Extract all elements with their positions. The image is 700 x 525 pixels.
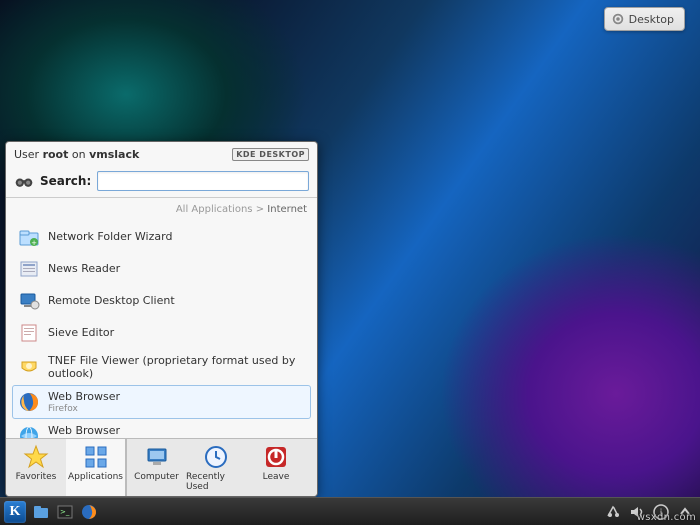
app-item-news-reader[interactable]: News Reader — [12, 253, 311, 285]
clock-icon — [203, 444, 229, 470]
tnef-icon — [18, 356, 40, 378]
breadcrumb-current: Internet — [267, 204, 307, 215]
remote-desktop-icon — [18, 290, 40, 312]
user-host-label: User root on vmslack — [14, 148, 139, 161]
computer-icon — [144, 444, 170, 470]
news-icon — [18, 258, 40, 280]
sieve-icon — [18, 322, 40, 344]
tab-computer[interactable]: Computer — [126, 439, 186, 496]
kickoff-launcher-button[interactable]: K — [4, 501, 26, 523]
kickoff-menu: User root on vmslack KDE DESKTOP Search:… — [5, 141, 318, 497]
shutdown-icon — [263, 444, 289, 470]
search-input[interactable] — [97, 171, 309, 191]
search-label: Search: — [40, 174, 91, 188]
breadcrumb: All Applications > Internet — [6, 198, 317, 221]
tab-favorites[interactable]: Favorites — [6, 439, 66, 496]
applications-icon — [83, 444, 109, 470]
watermark: wsxdn.com — [637, 512, 696, 523]
desktop-toolbox-button[interactable]: Desktop — [604, 7, 685, 31]
breadcrumb-root[interactable]: All Applications — [176, 204, 253, 215]
panel-konsole-icon[interactable]: >_ — [56, 503, 74, 521]
app-item-tnef-viewer[interactable]: TNEF File Viewer (proprietary format use… — [12, 349, 311, 385]
app-item-sieve-editor[interactable]: Sieve Editor — [12, 317, 311, 349]
clipboard-tray-icon[interactable] — [604, 503, 622, 521]
tab-recently-used[interactable]: Recently Used — [186, 439, 246, 496]
folder-network-icon: + — [18, 226, 40, 248]
panel-firefox-icon[interactable] — [80, 503, 98, 521]
app-item-remote-desktop[interactable]: Remote Desktop Client — [12, 285, 311, 317]
tab-leave[interactable]: Leave — [246, 439, 306, 496]
svg-text:+: + — [31, 239, 37, 247]
svg-text:>_: >_ — [60, 508, 70, 516]
application-list: + Network Folder Wizard News Reader Remo… — [6, 221, 317, 438]
tab-applications[interactable]: Applications — [66, 439, 126, 496]
search-row: Search: — [6, 167, 317, 198]
star-icon — [23, 444, 49, 470]
konqueror-icon — [18, 425, 40, 438]
taskbar-panel: K >_ i — [0, 497, 700, 525]
desktop-toolbox-label: Desktop — [629, 13, 674, 26]
kickoff-header: User root on vmslack KDE DESKTOP — [6, 142, 317, 167]
app-item-konqueror[interactable]: Web BrowserKonqueror — [12, 419, 311, 438]
app-item-network-folder-wizard[interactable]: + Network Folder Wizard — [12, 221, 311, 253]
k-logo-icon: K — [10, 504, 21, 520]
firefox-icon — [18, 391, 40, 413]
panel-dolphin-icon[interactable] — [32, 503, 50, 521]
binoculars-icon — [14, 172, 34, 190]
cashew-icon — [611, 12, 625, 26]
kde-desktop-badge: KDE DESKTOP — [232, 148, 309, 161]
app-item-firefox[interactable]: Web BrowserFirefox — [12, 385, 311, 419]
kickoff-tabs: Favorites Applications Computer Recently… — [6, 438, 317, 496]
